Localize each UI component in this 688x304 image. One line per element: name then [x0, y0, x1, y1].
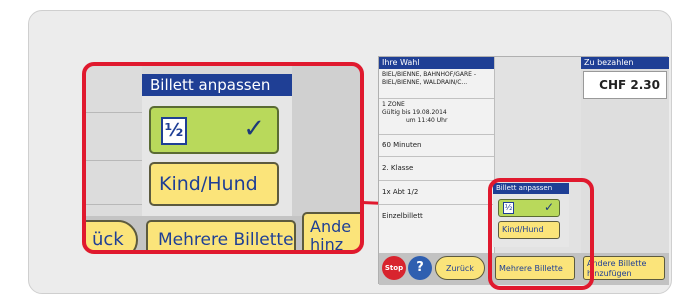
half-fare-icon: ½ [503, 202, 514, 214]
divider [82, 204, 142, 205]
divider [82, 112, 142, 113]
payment-panel: Zu bezahlen CHF 2.30 [581, 57, 669, 253]
valid-row: Gültig bis 19.08.2014 [382, 109, 491, 117]
zone-validity: 1 ZONE Gültig bis 19.08.2014 um 11:40 Uh… [379, 99, 494, 135]
valid-label: Gültig bis [382, 109, 411, 116]
ticket-type-text: Einzelbillett [382, 212, 423, 220]
multiple-tickets-button[interactable]: Mehrere Billette [495, 256, 575, 280]
multiple-tickets-button[interactable]: Mehrere Billette [146, 220, 296, 254]
back-button[interactable]: ück [82, 220, 138, 254]
fare-text: 1x Abt 1/2 [379, 181, 494, 205]
add-other-tickets-button[interactable]: Ande hinz [302, 212, 364, 254]
class-text: 2. Klasse [379, 157, 494, 181]
divider [82, 160, 142, 161]
checkmark-icon: ✓ [543, 200, 554, 214]
canvas: Billett anpassen ½ ✓ Kind/Hund ück Mehre… [0, 0, 688, 304]
ticket-machine-screen: Ihre Wahl BIEL/BIENNE, BAHNHOF/GARE - BI… [378, 56, 669, 285]
checkmark-icon: ✓ [243, 114, 265, 144]
half-fare-button[interactable]: ½ ✓ [498, 199, 560, 217]
half-fare-button[interactable]: ½ ✓ [149, 106, 279, 154]
route-text: BIEL/BIENNE, BAHNHOF/GARE - BIEL/BIENNE,… [379, 69, 494, 99]
zone-text: 1 ZONE [382, 101, 405, 108]
child-dog-button[interactable]: Kind/Hund [498, 221, 560, 239]
popup-title: Billett anpassen [493, 183, 569, 194]
selection-panel: Ihre Wahl BIEL/BIENNE, BAHNHOF/GARE - BI… [379, 57, 495, 253]
pay-amount: CHF 2.30 [583, 71, 667, 99]
stop-button[interactable]: Stop [382, 256, 406, 280]
valid-date: 19.08.2014 [412, 109, 447, 116]
zoom-panel: Billett anpassen ½ ✓ Kind/Hund ück Mehre… [82, 62, 364, 254]
duration-text: 60 Minuten [379, 135, 494, 157]
adjust-ticket-popup: Billett anpassen ½ ✓ Kind/Hund [493, 183, 569, 247]
zoom-popup-title: Billett anpassen [142, 74, 292, 96]
half-fare-icon: ½ [161, 117, 187, 145]
help-button[interactable]: ? [408, 256, 432, 280]
back-button[interactable]: Zurück [435, 256, 485, 280]
selection-header: Ihre Wahl [379, 57, 494, 69]
pay-header: Zu bezahlen [581, 57, 669, 69]
child-dog-button[interactable]: Kind/Hund [149, 162, 279, 206]
add-other-tickets-button[interactable]: Andere Billette hinzufügen [583, 256, 665, 280]
valid-time: um 11:40 Uhr [406, 117, 448, 124]
bottom-action-bar: Stop ? Zurück Mehrere Billette Andere Bi… [379, 253, 669, 285]
